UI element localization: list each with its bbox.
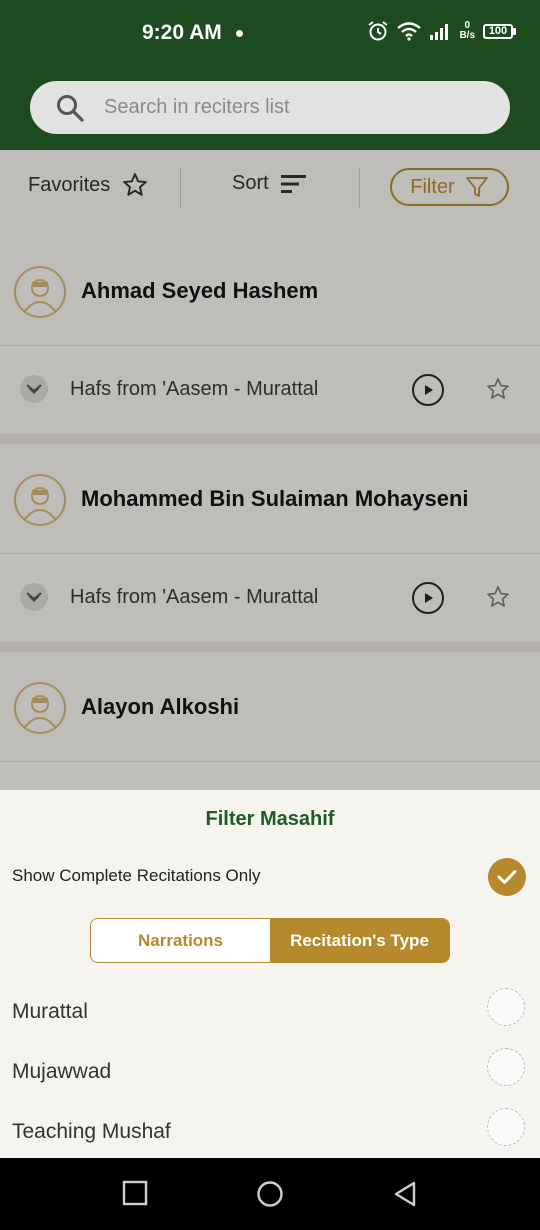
option-radio[interactable]: [487, 1048, 525, 1086]
option-row-teaching-mushaf[interactable]: Teaching Mushaf: [0, 1108, 540, 1158]
tab-narrations[interactable]: Narrations: [91, 919, 270, 962]
option-row-murattal[interactable]: Murattal: [0, 988, 540, 1038]
search-input[interactable]: Search in reciters list: [30, 81, 510, 134]
option-label: Mujawwad: [12, 1060, 112, 1083]
app-header: Search in reciters list: [0, 66, 540, 150]
search-icon: [57, 94, 84, 122]
network-speed-unit: B/s: [459, 30, 475, 41]
filter-sheet: Filter Masahif Show Complete Recitations…: [0, 790, 540, 1158]
tab-recitations-type[interactable]: Recitation's Type: [270, 919, 449, 962]
filter-tabs: Narrations Recitation's Type: [90, 918, 450, 963]
network-speed: 0 B/s: [459, 21, 475, 41]
option-label: Murattal: [12, 1000, 88, 1023]
option-radio[interactable]: [487, 1108, 525, 1146]
system-nav-bar: [0, 1158, 540, 1230]
status-time: 9:20 AM: [142, 21, 222, 44]
wifi-icon: [397, 22, 422, 41]
status-bar: 9:20 AM 0 B/s 100: [0, 0, 540, 66]
modal-scrim[interactable]: [0, 150, 540, 790]
back-icon[interactable]: [392, 1180, 418, 1208]
complete-recitations-label: Show Complete Recitations Only: [12, 866, 261, 885]
option-label: Teaching Mushaf: [12, 1120, 171, 1143]
check-icon: [497, 870, 517, 884]
signal-icon: [430, 24, 449, 40]
option-radio[interactable]: [487, 988, 525, 1026]
alarm-icon: [368, 21, 389, 41]
status-icons: 0 B/s 100: [367, 20, 516, 42]
search-placeholder: Search in reciters list: [104, 96, 290, 118]
recents-icon[interactable]: [122, 1180, 148, 1206]
notification-dot: [236, 30, 243, 37]
sheet-title: Filter Masahif: [205, 808, 335, 830]
battery-level: 100: [488, 25, 508, 37]
option-row-mujawwad[interactable]: Mujawwad: [0, 1048, 540, 1098]
complete-recitations-checkbox[interactable]: [488, 858, 526, 896]
home-icon[interactable]: [256, 1180, 284, 1208]
battery-icon: 100: [483, 23, 516, 39]
